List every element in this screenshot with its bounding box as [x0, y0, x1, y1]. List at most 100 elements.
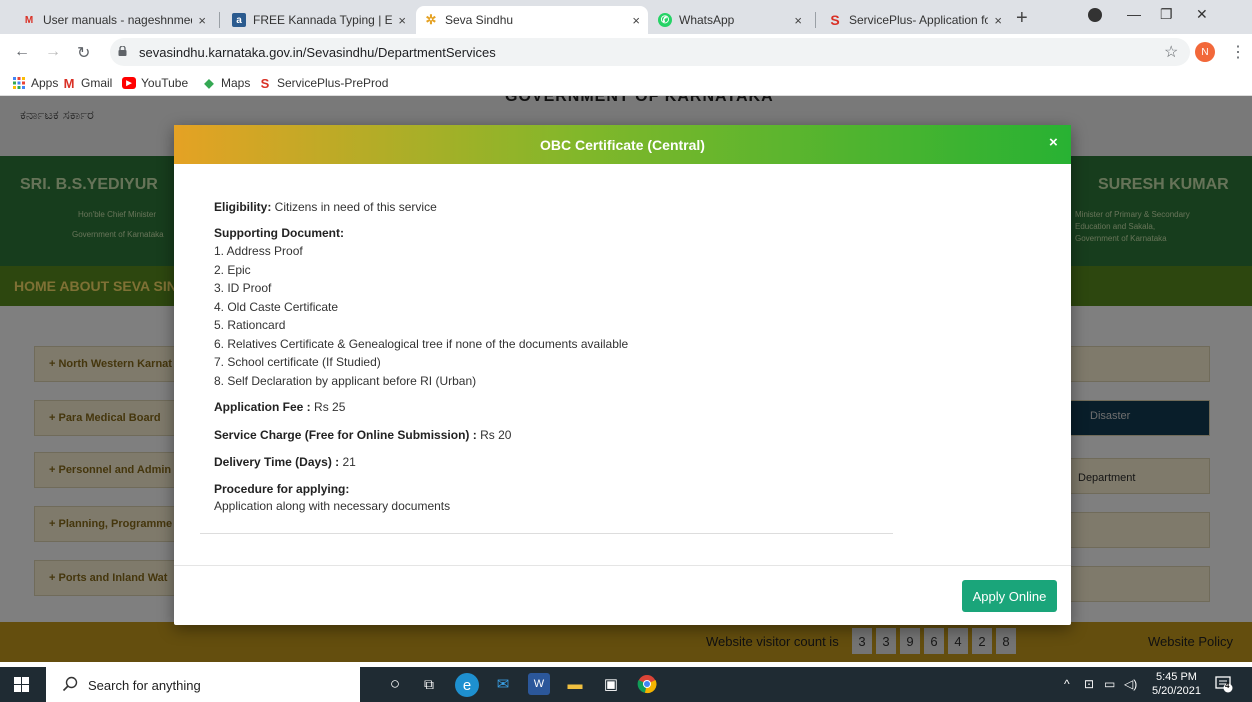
- gmail-icon: M: [63, 75, 75, 91]
- bookmark-serviceplus[interactable]: S ServicePlus-PreProd: [258, 75, 389, 91]
- service-charge-value: Rs 20: [476, 428, 512, 442]
- document-item: 7. School certificate (If Studied): [214, 355, 381, 369]
- edge-browser-icon[interactable]: e: [455, 673, 479, 697]
- mail-icon[interactable]: ✉: [492, 673, 514, 695]
- typing-site-icon: a: [232, 13, 246, 27]
- bookmark-maps[interactable]: ◆ Maps: [202, 76, 250, 90]
- clock-time: 5:45 PM: [1155, 671, 1197, 683]
- tab-kannada-typing[interactable]: a FREE Kannada Typing | Englis ×: [224, 6, 414, 34]
- modal-header: OBC Certificate (Central) ×: [174, 125, 1071, 164]
- procedure-label: Procedure for applying:: [214, 482, 350, 496]
- lock-icon: [118, 46, 127, 56]
- close-tab-icon[interactable]: ×: [398, 13, 406, 28]
- back-icon[interactable]: ←: [14, 43, 30, 61]
- tab-serviceplus[interactable]: S ServicePlus- Application for C ×: [820, 6, 1010, 34]
- notifications-icon[interactable]: [1215, 675, 1233, 693]
- tab-title: FREE Kannada Typing | Englis: [253, 13, 393, 27]
- close-icon[interactable]: ×: [1049, 134, 1058, 151]
- profile-avatar[interactable]: N: [1195, 42, 1215, 62]
- tab-whatsapp[interactable]: ✆ WhatsApp ×: [650, 6, 810, 34]
- serviceplus-icon: S: [260, 75, 270, 91]
- delivery-time-label: Delivery Time (Days) :: [214, 455, 340, 469]
- gmail-icon: M: [24, 14, 34, 26]
- bookmark-label: Gmail: [81, 76, 113, 90]
- application-fee-label: Application Fee :: [214, 400, 311, 414]
- browser-tab-strip: M User manuals - nageshnmedc × a FREE Ka…: [0, 0, 1252, 34]
- bookmark-label: YouTube: [141, 76, 189, 90]
- serviceplus-icon: S: [830, 12, 840, 28]
- tab-title: Seva Sindhu: [445, 13, 514, 27]
- new-tab-icon[interactable]: +: [1016, 7, 1028, 30]
- delivery-time-row: Delivery Time (Days) : 21: [214, 455, 356, 469]
- modal-title: OBC Certificate (Central): [540, 137, 705, 153]
- service-charge-row: Service Charge (Free for Online Submissi…: [214, 428, 511, 442]
- tab-title: WhatsApp: [679, 13, 735, 27]
- volume-icon[interactable]: ◁): [1124, 677, 1137, 691]
- windows-start-icon[interactable]: [14, 677, 29, 692]
- search-icon: [62, 676, 78, 692]
- apply-online-button[interactable]: Apply Online: [962, 580, 1057, 612]
- search-placeholder: Search for anything: [88, 678, 201, 693]
- application-fee-row: Application Fee : Rs 25: [214, 400, 345, 414]
- tab-title: ServicePlus- Application for C: [849, 13, 989, 27]
- close-tab-icon[interactable]: ×: [794, 13, 802, 28]
- store-icon[interactable]: ▣: [600, 673, 622, 695]
- tray-chevron-icon[interactable]: ^: [1064, 677, 1070, 691]
- eligibility-label: Eligibility:: [214, 200, 272, 214]
- eligibility-row: Eligibility: Citizens in need of this se…: [214, 200, 437, 214]
- maps-icon: ◆: [204, 76, 214, 90]
- network-icon[interactable]: ▭: [1104, 677, 1115, 691]
- word-icon[interactable]: W: [528, 673, 550, 695]
- minimize-icon[interactable]: —: [1127, 6, 1141, 22]
- close-tab-icon[interactable]: ×: [994, 13, 1002, 28]
- close-window-icon[interactable]: ✕: [1196, 6, 1208, 23]
- document-item: 1. Address Proof: [214, 244, 303, 258]
- youtube-icon: ▶: [122, 77, 136, 89]
- apps-grid-icon: [12, 77, 26, 89]
- browser-toolbar: ← → ↻ sevasindhu.karnataka.gov.in/Sevasi…: [0, 34, 1252, 70]
- seva-sindhu-icon: ✲: [425, 12, 437, 27]
- document-item: 2. Epic: [214, 263, 251, 277]
- bookmark-label: Maps: [221, 76, 251, 90]
- service-details-modal: OBC Certificate (Central) × Eligibility:…: [174, 125, 1071, 625]
- system-clock[interactable]: 5:45 PM 5/20/2021: [1152, 670, 1201, 698]
- tab-seva-sindhu[interactable]: ✲ Seva Sindhu ×: [416, 6, 648, 34]
- task-view-icon[interactable]: ⧉: [418, 673, 440, 695]
- document-item: 4. Old Caste Certificate: [214, 300, 339, 314]
- windows-taskbar: Search for anything ○ ⧉ e ✉ W ▬ ▣ ^ ⊡ ▭ …: [0, 667, 1252, 702]
- reload-icon[interactable]: ↻: [77, 43, 90, 63]
- taskbar-search-box[interactable]: Search for anything: [46, 667, 360, 702]
- supporting-document-heading: Supporting Document:: [214, 226, 344, 240]
- divider: [200, 533, 893, 534]
- cortana-icon[interactable]: ○: [384, 673, 406, 695]
- notification-count: 4: [1225, 681, 1230, 690]
- clock-date: 5/20/2021: [1152, 685, 1201, 697]
- procedure-label-row: Procedure for applying:: [214, 482, 349, 496]
- bookmark-apps[interactable]: Apps: [12, 76, 58, 90]
- menu-kebab-icon[interactable]: ⋮: [1230, 42, 1246, 62]
- supporting-document-label: Supporting Document:: [214, 226, 344, 240]
- close-tab-icon[interactable]: ×: [198, 13, 206, 28]
- restore-icon[interactable]: ❐: [1160, 6, 1173, 23]
- bookmark-youtube[interactable]: ▶ YouTube: [122, 76, 188, 90]
- procedure-value: Application along with necessary documen…: [214, 499, 451, 513]
- forward-icon[interactable]: →: [45, 43, 61, 61]
- close-tab-icon[interactable]: ×: [632, 13, 640, 28]
- url-text[interactable]: sevasindhu.karnataka.gov.in/Sevasindhu/D…: [139, 45, 496, 60]
- extensions-icon[interactable]: [1088, 8, 1102, 22]
- battery-icon[interactable]: ⊡: [1084, 677, 1094, 691]
- bookmark-label: ServicePlus-PreProd: [277, 76, 389, 90]
- bookmark-gmail[interactable]: M Gmail: [62, 75, 113, 91]
- tab-title: User manuals - nageshnmedc: [43, 13, 193, 27]
- eligibility-value: Citizens in need of this service: [271, 200, 437, 214]
- document-item: 3. ID Proof: [214, 281, 272, 295]
- chrome-icon[interactable]: [636, 673, 658, 695]
- bookmark-label: Apps: [31, 76, 59, 90]
- file-explorer-icon[interactable]: ▬: [564, 673, 586, 695]
- whatsapp-icon: ✆: [658, 13, 672, 27]
- service-charge-label: Service Charge (Free for Online Submissi…: [214, 428, 477, 442]
- tab-user-manuals[interactable]: M User manuals - nageshnmedc ×: [14, 6, 214, 34]
- application-fee-value: Rs 25: [310, 400, 346, 414]
- bookmark-star-icon[interactable]: ☆: [1164, 42, 1178, 62]
- bookmarks-bar: Apps M Gmail ▶ YouTube ◆ Maps S ServiceP…: [0, 70, 1252, 96]
